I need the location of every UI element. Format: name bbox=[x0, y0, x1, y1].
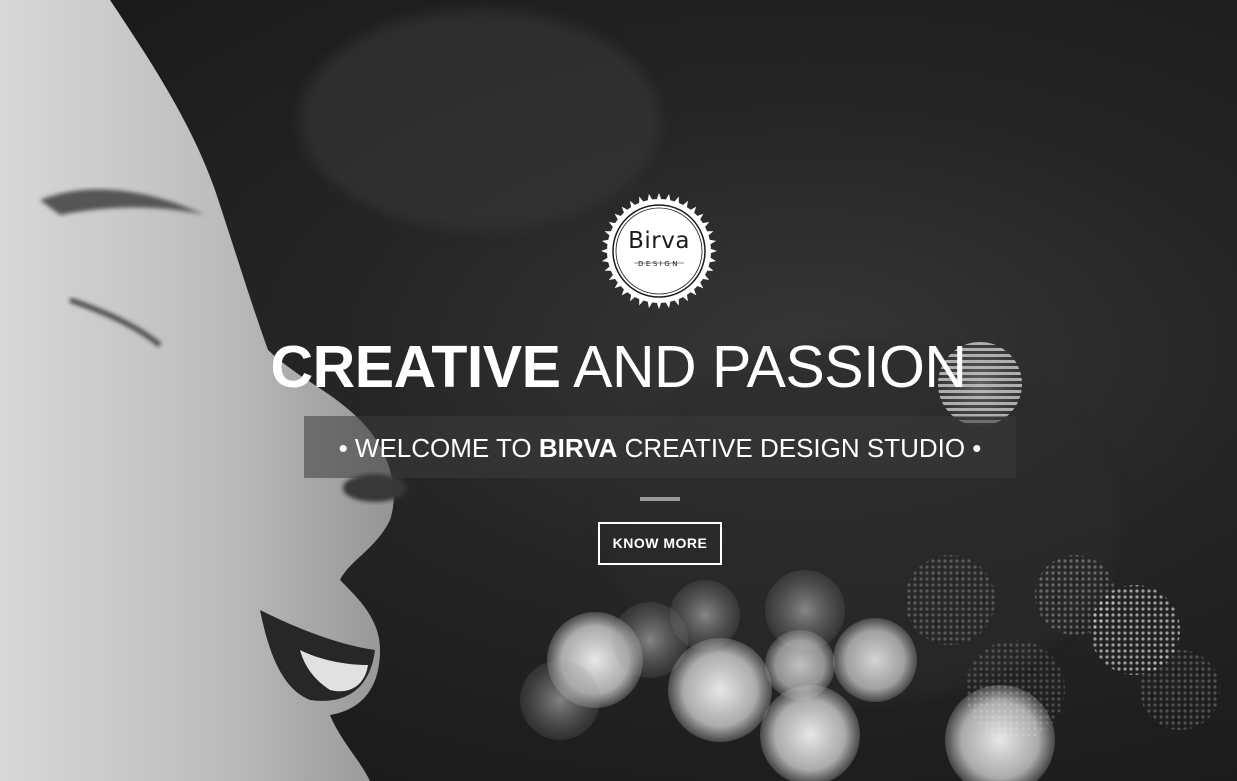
know-more-button[interactable]: KNOW MORE bbox=[598, 522, 722, 565]
logo-ray bbox=[647, 193, 653, 202]
brand-logo[interactable]: Birva DESIGN bbox=[600, 192, 718, 310]
hero-section: Birva DESIGN CREATIVE AND PASSION • WELC… bbox=[0, 0, 1237, 781]
logo-subtitle: DESIGN bbox=[638, 260, 680, 268]
tagline-suffix: CREATIVE DESIGN STUDIO • bbox=[624, 433, 982, 463]
tagline-text: • WELCOME TO BIRVA CREATIVE DESIGN STUDI… bbox=[304, 433, 1016, 463]
logo-ray bbox=[656, 301, 662, 309]
logo-name: Birva bbox=[628, 228, 690, 254]
tagline-brand: BIRVA bbox=[538, 433, 618, 463]
logo-ray bbox=[665, 193, 671, 202]
headline-bold-word: CREATIVE bbox=[270, 334, 561, 400]
logo-ray bbox=[647, 300, 653, 309]
hero-headline: CREATIVE AND PASSION bbox=[0, 332, 1237, 402]
logo-ray bbox=[665, 300, 671, 309]
logo-ray bbox=[656, 193, 662, 201]
tagline-prefix: • WELCOME TO bbox=[338, 433, 532, 463]
hero-divider bbox=[640, 497, 680, 501]
headline-light-words: AND PASSION bbox=[573, 334, 967, 400]
tagline-banner: • WELCOME TO BIRVA CREATIVE DESIGN STUDI… bbox=[304, 416, 1016, 478]
